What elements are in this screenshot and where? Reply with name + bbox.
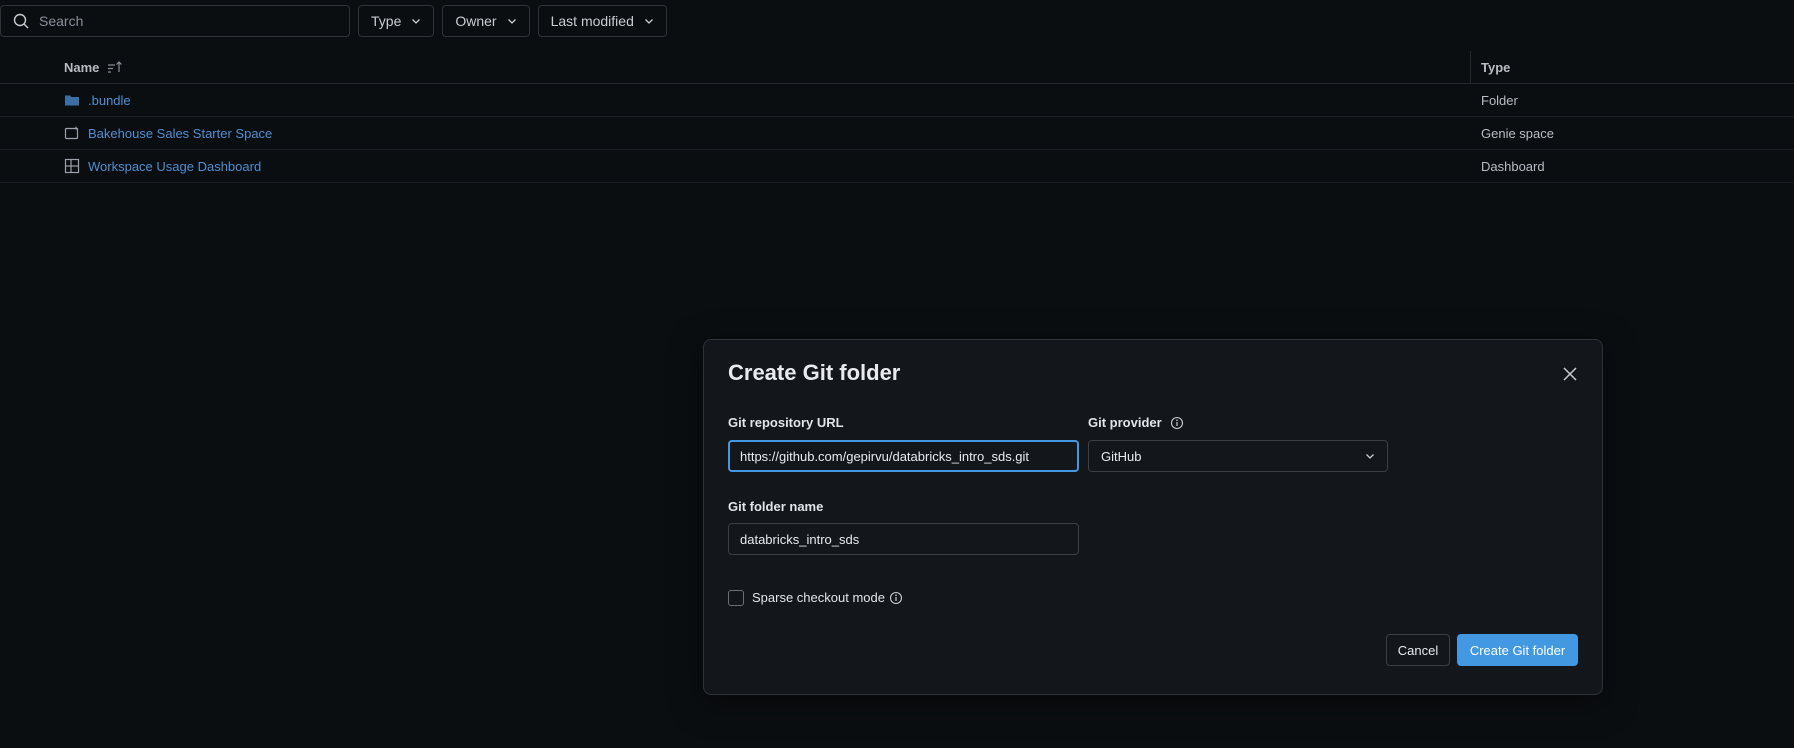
genie-space-icon [64, 126, 79, 140]
filter-last-modified-label: Last modified [550, 13, 634, 29]
create-git-folder-dialog: Create Git folder Git repository URL Git… [703, 339, 1603, 695]
row-name-cell: Bakehouse Sales Starter Space [64, 125, 272, 141]
chevron-down-icon [507, 19, 516, 24]
dialog-title: Create Git folder [728, 360, 901, 385]
git-provider-label-row: Git provider [1088, 415, 1184, 430]
repo-url-label: Git repository URL [728, 415, 844, 430]
table-header: Name Type [0, 51, 1794, 84]
git-provider-value: GitHub [1101, 448, 1142, 464]
chevron-down-icon [412, 19, 421, 24]
filter-owner[interactable]: Owner [442, 5, 530, 37]
filter-last-modified[interactable]: Last modified [537, 5, 667, 37]
filter-type-label: Type [371, 13, 402, 29]
close-button[interactable] [1558, 362, 1582, 386]
folder-icon [65, 95, 79, 106]
table-row[interactable]: Bakehouse Sales Starter Space Genie spac… [0, 117, 1794, 150]
row-name-link[interactable]: Workspace Usage Dashboard [88, 159, 261, 174]
sparse-checkout-row: Sparse checkout mode [752, 590, 903, 605]
git-provider-label: Git provider [1088, 415, 1162, 430]
create-git-folder-button[interactable]: Create Git folder [1457, 634, 1578, 666]
column-divider[interactable] [1470, 51, 1471, 84]
chevron-down-icon [644, 19, 653, 24]
sparse-checkout-label[interactable]: Sparse checkout mode [752, 590, 885, 605]
filter-type[interactable]: Type [358, 5, 435, 37]
row-type: Dashboard [1481, 158, 1545, 174]
folder-name-input[interactable] [728, 523, 1079, 555]
git-provider-select[interactable]: GitHub [1088, 440, 1388, 472]
cancel-button[interactable]: Cancel [1386, 634, 1450, 666]
name-column-header[interactable]: Name [64, 60, 123, 75]
sparse-checkout-checkbox[interactable] [728, 590, 744, 606]
close-icon [1563, 367, 1577, 381]
table-row[interactable]: Workspace Usage Dashboard Dashboard [0, 150, 1794, 183]
search-box[interactable] [0, 5, 350, 37]
search-icon [13, 13, 29, 29]
workspace-table: Name Type .bundle Folder Bakehouse Sales… [0, 51, 1794, 183]
repo-url-input[interactable] [728, 440, 1079, 472]
folder-name-label: Git folder name [728, 499, 824, 514]
info-icon[interactable] [1170, 416, 1184, 430]
row-name-link[interactable]: Bakehouse Sales Starter Space [88, 126, 272, 141]
table-row[interactable]: .bundle Folder [0, 84, 1794, 117]
dashboard-icon [64, 158, 80, 174]
row-name-cell: Workspace Usage Dashboard [64, 158, 261, 174]
toolbar: Type Owner Last modified [0, 5, 667, 37]
search-input[interactable] [37, 12, 327, 30]
row-name-cell: .bundle [64, 92, 131, 108]
row-name-link[interactable]: .bundle [88, 93, 131, 108]
row-type: Genie space [1481, 125, 1554, 141]
type-column-header[interactable]: Type [1481, 60, 1510, 75]
name-header-label: Name [64, 59, 100, 75]
sort-ascending-icon[interactable] [107, 60, 123, 74]
info-icon[interactable] [889, 591, 903, 605]
filter-owner-label: Owner [455, 13, 497, 29]
row-type: Folder [1481, 92, 1518, 108]
chevron-down-icon [1366, 454, 1374, 459]
